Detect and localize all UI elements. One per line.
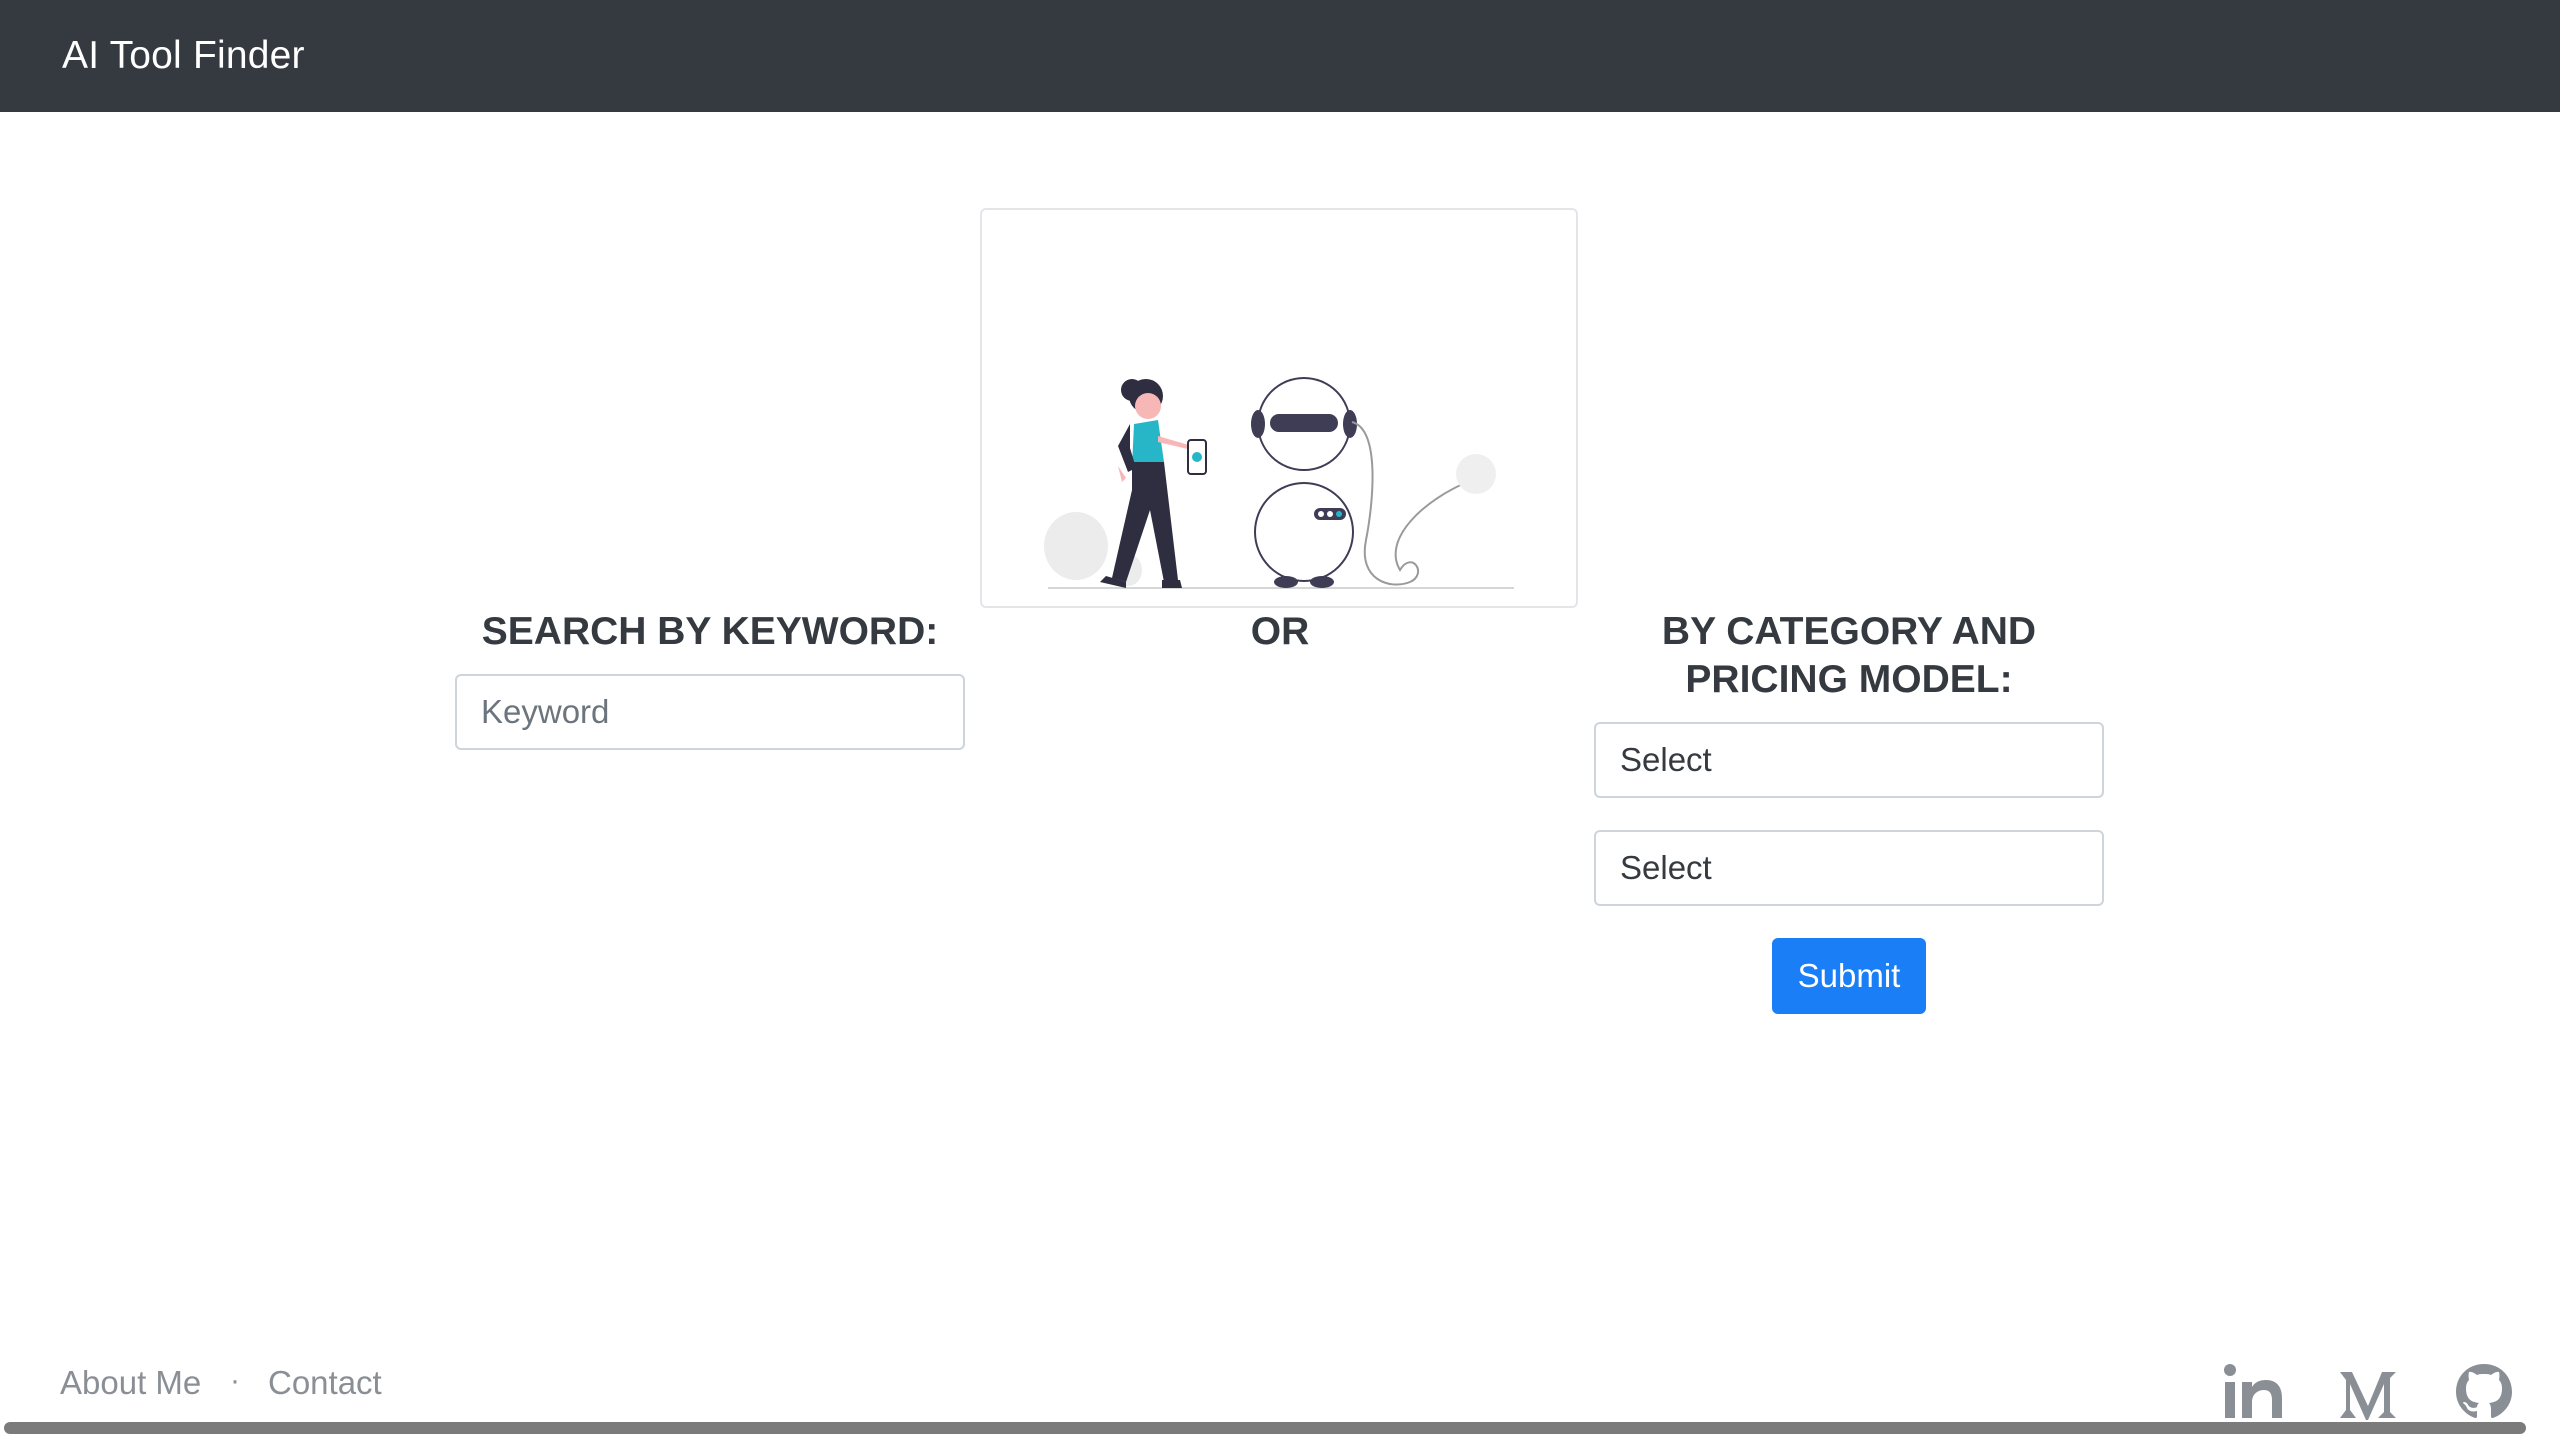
or-divider: OR: [1250, 610, 1310, 653]
category-heading-line2: PRICING MODEL:: [1685, 658, 2013, 701]
footer-separator: ·: [230, 1364, 240, 1397]
pricing-select-value: Select: [1620, 849, 1712, 886]
pricing-model-select[interactable]: Select: [1594, 830, 2104, 906]
category-select[interactable]: Select: [1594, 722, 2104, 798]
keyword-input[interactable]: [455, 674, 965, 750]
robot-figure: [1251, 377, 1496, 588]
keyword-heading: SEARCH BY KEYWORD:: [481, 610, 939, 653]
github-icon[interactable]: [2452, 1360, 2516, 1424]
horizontal-scrollbar[interactable]: [4, 1422, 2526, 1434]
about-me-link[interactable]: About Me: [60, 1364, 201, 1402]
hero-illustration-card: [980, 208, 1578, 608]
woman-figure: [1100, 379, 1207, 588]
medium-icon[interactable]: [2336, 1360, 2400, 1424]
contact-link[interactable]: Contact: [268, 1364, 382, 1402]
category-pricing-heading: BY CATEGORY AND PRICING MODEL:: [1594, 608, 2104, 704]
linkedin-icon[interactable]: [2222, 1360, 2286, 1424]
category-heading-line1: BY CATEGORY AND: [1661, 610, 2037, 653]
submit-button[interactable]: Submit: [1772, 938, 1926, 1014]
robot-woman-illustration: [1044, 377, 1514, 589]
brand-link[interactable]: AI Tool Finder: [62, 34, 305, 78]
navbar: AI Tool Finder: [0, 0, 2560, 112]
category-select-value: Select: [1620, 741, 1712, 778]
